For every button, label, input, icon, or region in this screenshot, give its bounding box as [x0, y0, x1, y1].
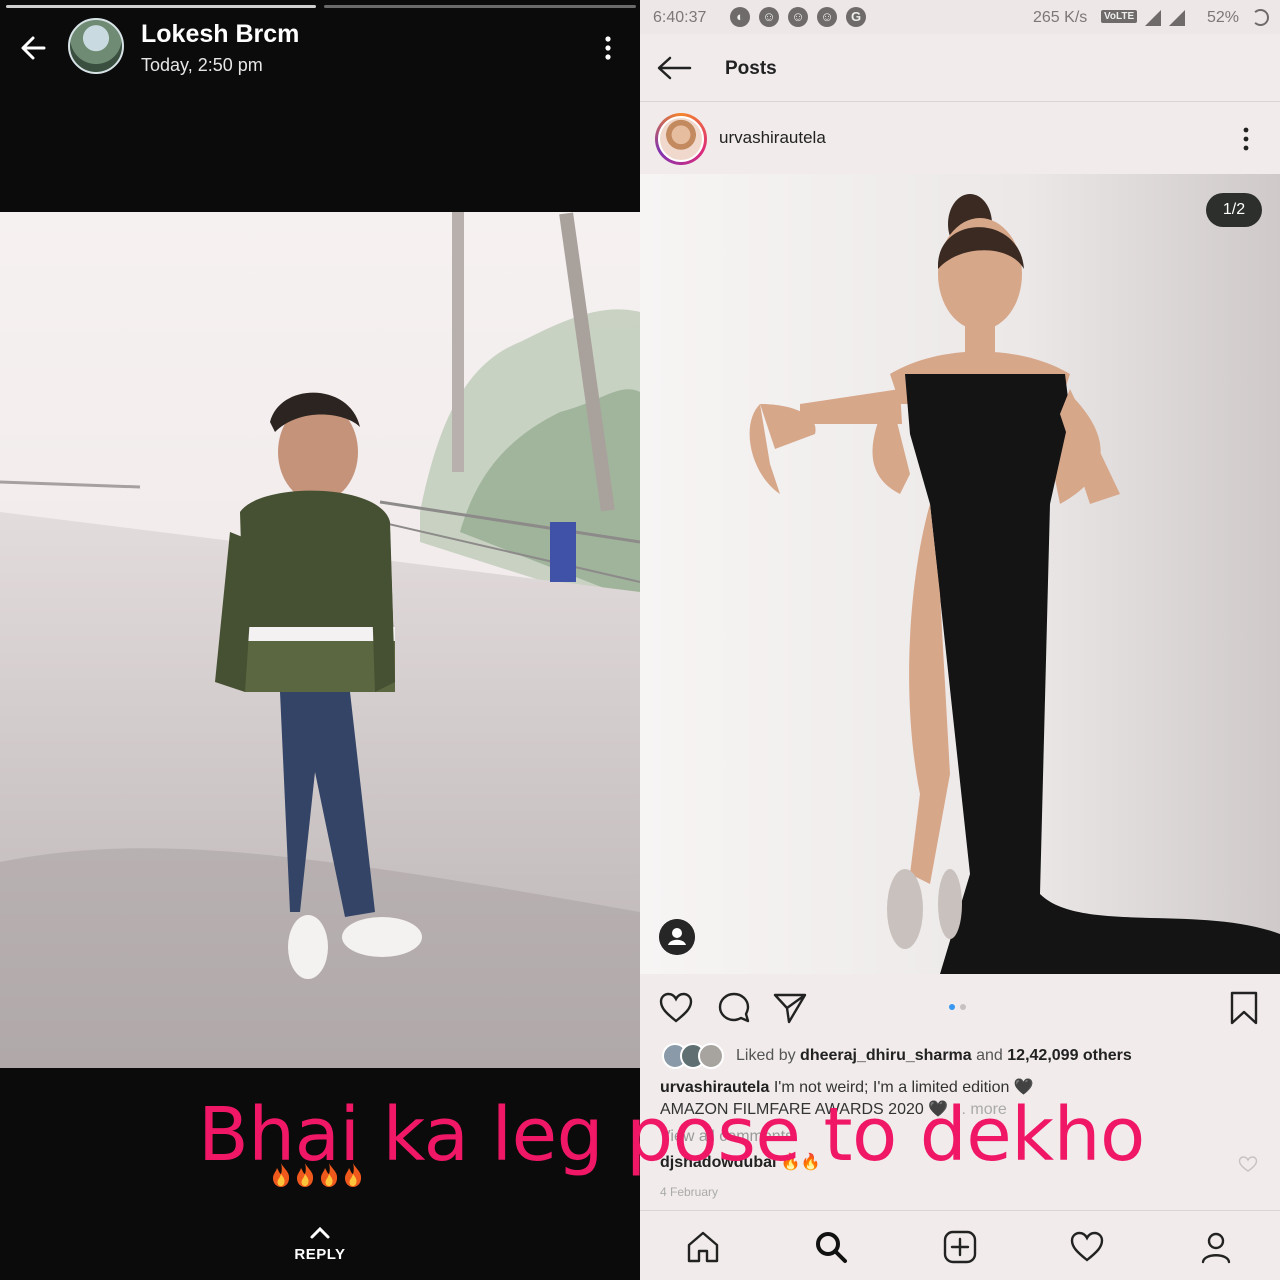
liked-by-user[interactable]: dheeraj_dhiru_sharma	[800, 1047, 972, 1064]
snapchat-icon: ☺	[759, 7, 779, 27]
chevron-up-icon[interactable]	[306, 1224, 334, 1242]
carousel-dots	[949, 1004, 966, 1010]
profile-icon[interactable]	[1198, 1229, 1234, 1265]
post-date: 4 February	[660, 1185, 719, 1199]
heart-icon[interactable]	[1238, 1155, 1258, 1173]
home-icon[interactable]	[685, 1229, 721, 1265]
heart-icon[interactable]	[1069, 1229, 1105, 1265]
status-timestamp: Today, 2:50 pm	[141, 55, 263, 75]
image-counter-badge: 1/2	[1206, 193, 1262, 227]
avatar	[698, 1043, 724, 1069]
instagram-post-panel: 6:40:37 ◐ ☺ ☺ ☺ G 265 K/s VoLTE 52% Post…	[640, 0, 1280, 1280]
status-photo	[0, 212, 640, 1068]
carousel-dot-active	[949, 1004, 955, 1010]
data-saver-icon: ◐	[730, 7, 750, 27]
whatsapp-status-panel: Lokesh Brcm Today, 2:50 pm REPLY	[0, 0, 640, 1280]
signal-icon	[1145, 10, 1185, 26]
notification-icons: ◐ ☺ ☺ ☺ G	[730, 7, 866, 27]
clock: 6:40:37	[653, 9, 707, 26]
share-icon[interactable]	[772, 990, 808, 1026]
comment-icon[interactable]	[716, 990, 752, 1026]
likes-text: Liked by dheeraj_dhiru_sharma and 12,42,…	[736, 1047, 1132, 1064]
instagram-header: Posts	[640, 34, 1280, 102]
fire-icon	[344, 1163, 362, 1187]
heart-icon[interactable]	[658, 990, 694, 1026]
contact-name: Lokesh Brcm	[141, 20, 300, 48]
post-photo[interactable]	[640, 174, 1280, 974]
network-speed: 265 K/s	[1033, 9, 1088, 26]
arrow-left-icon[interactable]	[656, 53, 692, 83]
status-progress-bar-1	[6, 5, 316, 8]
page-title: Posts	[725, 58, 777, 79]
avatar[interactable]	[655, 113, 707, 165]
likes-row[interactable]: Liked by dheeraj_dhiru_sharma and 12,42,…	[662, 1042, 1132, 1070]
post-author-row: urvashirautela	[640, 102, 1280, 174]
status-progress-bar-2	[324, 5, 636, 8]
fire-emoji-row	[270, 1162, 364, 1188]
google-icon: G	[846, 7, 866, 27]
carousel-dot	[960, 1004, 966, 1010]
post-username[interactable]: urvashirautela	[719, 128, 826, 148]
reply-button[interactable]: REPLY	[0, 1246, 640, 1263]
search-icon[interactable]	[813, 1229, 849, 1265]
more-vertical-icon[interactable]	[596, 34, 620, 62]
avatar[interactable]	[68, 18, 124, 74]
add-post-icon[interactable]	[942, 1229, 978, 1265]
post-actions-bar	[640, 976, 1280, 1038]
arrow-left-icon[interactable]	[16, 30, 52, 66]
snapchat-icon: ☺	[788, 7, 808, 27]
volte-badge: VoLTE	[1101, 10, 1138, 23]
fire-icon	[296, 1163, 314, 1187]
fire-icon	[320, 1163, 338, 1187]
battery-icon	[1252, 9, 1269, 26]
snapchat-icon: ☺	[817, 7, 837, 27]
bottom-navigation	[640, 1210, 1280, 1280]
phone-status-bar: 6:40:37 ◐ ☺ ☺ ☺ G 265 K/s VoLTE 52%	[640, 0, 1280, 34]
user-tag-icon[interactable]	[659, 919, 695, 955]
more-vertical-icon[interactable]	[1236, 124, 1256, 154]
bookmark-icon[interactable]	[1226, 990, 1262, 1026]
fire-icon	[272, 1163, 290, 1187]
liked-by-others[interactable]: 12,42,099 others	[1007, 1047, 1132, 1064]
battery-percent: 52%	[1207, 9, 1240, 26]
